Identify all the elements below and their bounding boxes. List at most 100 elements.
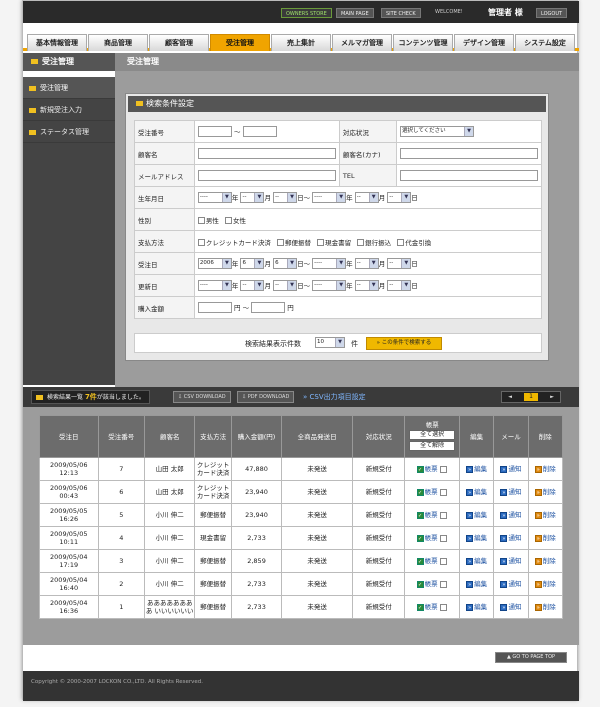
- ledger-link[interactable]: ✓ 帳票: [416, 603, 438, 611]
- pdf-download-button[interactable]: ⇩ PDF DOWNLOAD: [237, 391, 295, 403]
- status-select[interactable]: 選択してください ▼: [400, 126, 474, 137]
- update-date-from-year-select[interactable]: ---- ▼: [197, 280, 232, 292]
- payment-checkbox[interactable]: [397, 239, 405, 246]
- payment-checkbox[interactable]: [357, 239, 365, 246]
- birthday-to-month-select[interactable]: -- ▼: [354, 192, 379, 204]
- delete-link[interactable]: » 削除: [534, 534, 556, 542]
- female-checkbox[interactable]: [224, 217, 232, 224]
- mail-link[interactable]: » 通知: [500, 557, 521, 565]
- update-date-from-month-select[interactable]: -- ▼: [240, 280, 265, 292]
- sidebar-item-status[interactable]: ステータス管理: [23, 121, 115, 143]
- current-page[interactable]: 1: [524, 393, 538, 401]
- next-page-button[interactable]: ►: [546, 392, 558, 402]
- mail-link[interactable]: » 通知: [500, 488, 521, 496]
- payment-option-cod[interactable]: 代金引換: [397, 239, 431, 247]
- update-date-from-day-select[interactable]: -- ▼: [273, 280, 298, 292]
- csv-download-button[interactable]: ⇩ CSV DOWNLOAD: [173, 391, 231, 403]
- order-no-from-input[interactable]: [197, 126, 232, 138]
- edit-link[interactable]: » 編集: [466, 557, 487, 565]
- mail-link[interactable]: » 通知: [500, 603, 521, 611]
- nav-tab-orders[interactable]: 受注管理: [210, 34, 270, 51]
- email-input[interactable]: [197, 170, 336, 181]
- deselect-all-button[interactable]: 全て解除: [409, 441, 456, 451]
- update-date-to-month-select[interactable]: -- ▼: [354, 280, 379, 292]
- payment-checkbox[interactable]: [197, 239, 205, 246]
- result-count-select[interactable]: 10 ▼: [315, 337, 345, 348]
- edit-link[interactable]: » 編集: [466, 580, 487, 588]
- payment-option-credit[interactable]: クレジットカード決済: [197, 239, 271, 247]
- delete-link[interactable]: » 削除: [534, 465, 556, 473]
- order-date-from-year-select[interactable]: 2006 ▼: [197, 258, 232, 270]
- main-page-button[interactable]: MAIN PAGE: [336, 8, 374, 18]
- mail-link[interactable]: » 通知: [500, 534, 521, 542]
- mail-link[interactable]: » 通知: [500, 465, 521, 473]
- edit-link[interactable]: » 編集: [466, 511, 487, 519]
- nav-tab-design[interactable]: デザイン管理: [454, 34, 514, 51]
- order-date-to-year-select[interactable]: ---- ▼: [312, 258, 347, 270]
- order-date-from-month-select[interactable]: 6 ▼: [240, 258, 265, 270]
- nav-tab-system[interactable]: システム設定: [515, 34, 575, 51]
- edit-link[interactable]: » 編集: [466, 465, 487, 473]
- order-date-to-month-select[interactable]: -- ▼: [354, 258, 379, 270]
- mail-link[interactable]: » 通知: [500, 511, 521, 519]
- sidebar-item-orders[interactable]: 受注管理: [23, 77, 115, 99]
- birthday-from-month-select[interactable]: -- ▼: [240, 192, 265, 204]
- select-all-button[interactable]: 全て選択: [409, 430, 456, 440]
- ledger-checkbox[interactable]: [439, 465, 447, 473]
- ledger-checkbox[interactable]: [439, 534, 447, 542]
- update-date-to-year-select[interactable]: ---- ▼: [312, 280, 347, 292]
- amount-from-input[interactable]: [197, 302, 232, 314]
- order-no-to-input[interactable]: [242, 126, 277, 138]
- customer-kana-input[interactable]: [400, 148, 538, 159]
- ledger-link[interactable]: ✓ 帳票: [416, 557, 438, 565]
- nav-tab-sales[interactable]: 売上集計: [271, 34, 331, 51]
- delete-link[interactable]: » 削除: [534, 511, 556, 519]
- csv-settings-link[interactable]: » CSV出力項目設定: [303, 391, 366, 403]
- gender-male-option[interactable]: 男性: [197, 217, 219, 225]
- ledger-link[interactable]: ✓ 帳票: [416, 580, 438, 588]
- ledger-link[interactable]: ✓ 帳票: [416, 465, 438, 473]
- gender-female-option[interactable]: 女性: [224, 217, 246, 225]
- sidebar-item-new-order[interactable]: 新規受注入力: [23, 99, 115, 121]
- birthday-to-day-select[interactable]: -- ▼: [387, 192, 412, 204]
- birthday-from-day-select[interactable]: -- ▼: [273, 192, 298, 204]
- customer-name-input[interactable]: [197, 148, 336, 159]
- delete-link[interactable]: » 削除: [534, 488, 556, 496]
- payment-option-postal[interactable]: 郵便振替: [276, 239, 311, 247]
- payment-checkbox[interactable]: [276, 239, 284, 246]
- delete-link[interactable]: » 削除: [534, 580, 556, 588]
- logout-button[interactable]: LOGOUT: [536, 8, 568, 18]
- go-to-top-button[interactable]: ▲ GO TO PAGE TOP: [495, 652, 567, 663]
- nav-tab-contents[interactable]: コンテンツ管理: [393, 34, 453, 51]
- birthday-to-year-select[interactable]: ---- ▼: [312, 192, 347, 204]
- prev-page-button[interactable]: ◄: [504, 392, 516, 402]
- ledger-checkbox[interactable]: [439, 557, 447, 565]
- edit-link[interactable]: » 編集: [466, 488, 487, 496]
- delete-link[interactable]: » 削除: [534, 603, 556, 611]
- nav-tab-products[interactable]: 商品管理: [88, 34, 148, 51]
- nav-tab-customers[interactable]: 顧客管理: [149, 34, 209, 51]
- order-date-from-day-select[interactable]: 6 ▼: [273, 258, 298, 270]
- male-checkbox[interactable]: [197, 217, 205, 224]
- ledger-link[interactable]: ✓ 帳票: [416, 534, 438, 542]
- edit-link[interactable]: » 編集: [466, 603, 487, 611]
- ledger-checkbox[interactable]: [439, 603, 447, 611]
- amount-to-input[interactable]: [251, 302, 286, 314]
- delete-link[interactable]: » 削除: [534, 557, 556, 565]
- payment-checkbox[interactable]: [317, 239, 325, 246]
- nav-tab-mailmag[interactable]: メルマガ管理: [332, 34, 392, 51]
- search-button[interactable]: » この条件で検索する: [366, 337, 442, 350]
- ledger-link[interactable]: ✓ 帳票: [416, 511, 438, 519]
- ledger-link[interactable]: ✓ 帳票: [416, 488, 438, 496]
- owners-store-button[interactable]: OWNERS STORE: [281, 8, 332, 18]
- tel-input[interactable]: [400, 170, 538, 181]
- ledger-checkbox[interactable]: [439, 488, 447, 496]
- payment-option-cash[interactable]: 現金書留: [317, 239, 351, 247]
- site-check-button[interactable]: SITE CHECK: [381, 8, 421, 18]
- nav-tab-basic-info[interactable]: 基本情報管理: [27, 34, 87, 51]
- ledger-checkbox[interactable]: [439, 511, 447, 519]
- payment-option-bank[interactable]: 銀行振込: [357, 239, 391, 247]
- mail-link[interactable]: » 通知: [500, 580, 521, 588]
- ledger-checkbox[interactable]: [439, 580, 447, 588]
- update-date-to-day-select[interactable]: -- ▼: [387, 280, 412, 292]
